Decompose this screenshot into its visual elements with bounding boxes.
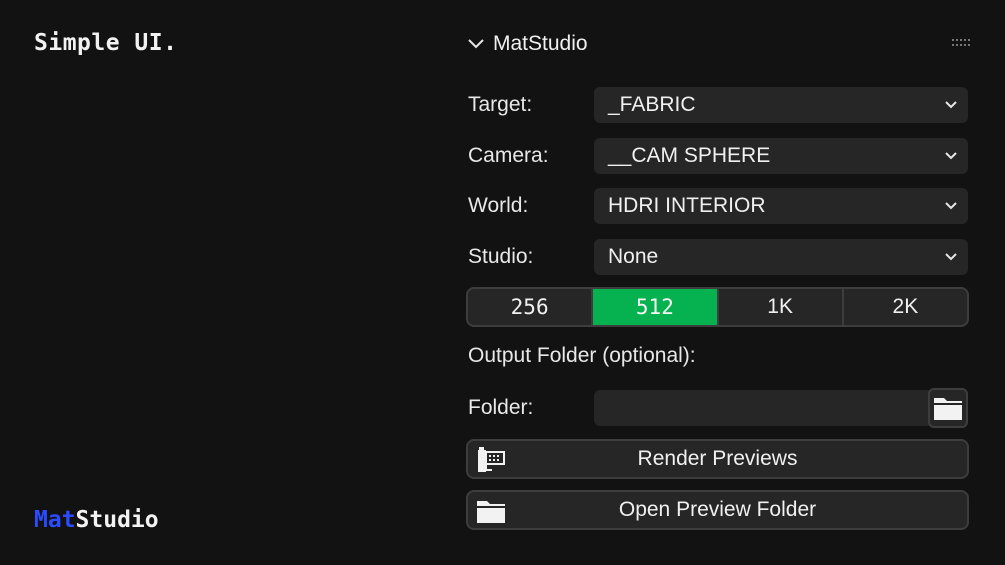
panel-title: MatStudio xyxy=(493,32,588,55)
brand-logo-studio: Studio xyxy=(75,507,159,533)
brand-title: Simple UI. xyxy=(34,30,178,56)
target-select[interactable]: _FABRIC xyxy=(594,87,968,123)
chevron-down-icon xyxy=(945,253,957,261)
output-folder-heading: Output Folder (optional): xyxy=(468,344,696,367)
resolution-512-button[interactable]: 512 xyxy=(593,289,719,325)
film-render-icon xyxy=(478,447,505,472)
open-preview-folder-label: Open Preview Folder xyxy=(618,498,817,521)
camera-select[interactable]: __CAM SPHERE xyxy=(594,138,968,174)
resolution-256-button[interactable]: 256 xyxy=(468,289,594,325)
camera-value: __CAM SPHERE xyxy=(608,144,771,167)
camera-row: Camera: __CAM SPHERE xyxy=(468,138,968,174)
target-label: Target: xyxy=(468,93,533,116)
resolution-1k-button[interactable]: 1K xyxy=(719,289,844,325)
chevron-down-icon[interactable] xyxy=(467,35,485,53)
studio-row: Studio: None xyxy=(468,239,968,275)
folder-icon xyxy=(934,398,962,420)
world-label: World: xyxy=(468,194,529,217)
camera-label: Camera: xyxy=(468,144,549,167)
resolution-2k-button[interactable]: 2K xyxy=(844,289,967,325)
chevron-down-icon xyxy=(945,101,957,109)
folder-row: Folder: xyxy=(468,388,968,428)
resolution-selector: 256 512 1K 2K xyxy=(466,287,969,327)
render-previews-label: Render Previews xyxy=(637,447,798,470)
open-preview-folder-button[interactable]: Open Preview Folder xyxy=(466,490,969,530)
world-row: World: HDRI INTERIOR xyxy=(468,188,968,224)
chevron-down-icon xyxy=(945,152,957,160)
folder-input[interactable] xyxy=(594,390,930,426)
brand-logo: MatStudio xyxy=(34,507,159,533)
studio-label: Studio: xyxy=(468,245,534,268)
studio-select[interactable]: None xyxy=(594,239,968,275)
world-select[interactable]: HDRI INTERIOR xyxy=(594,188,968,224)
drag-handle-icon[interactable] xyxy=(952,39,972,47)
folder-label: Folder: xyxy=(468,396,534,419)
panel-header[interactable]: MatStudio xyxy=(467,28,972,60)
brand-logo-mat: Mat xyxy=(34,507,76,533)
browse-folder-button[interactable] xyxy=(928,388,968,428)
target-row: Target: _FABRIC xyxy=(468,87,968,123)
world-value: HDRI INTERIOR xyxy=(608,194,766,217)
studio-value: None xyxy=(608,245,659,268)
render-previews-button[interactable]: Render Previews xyxy=(466,439,969,479)
chevron-down-icon xyxy=(945,202,957,210)
target-value: _FABRIC xyxy=(608,93,696,116)
folder-icon xyxy=(477,501,505,523)
